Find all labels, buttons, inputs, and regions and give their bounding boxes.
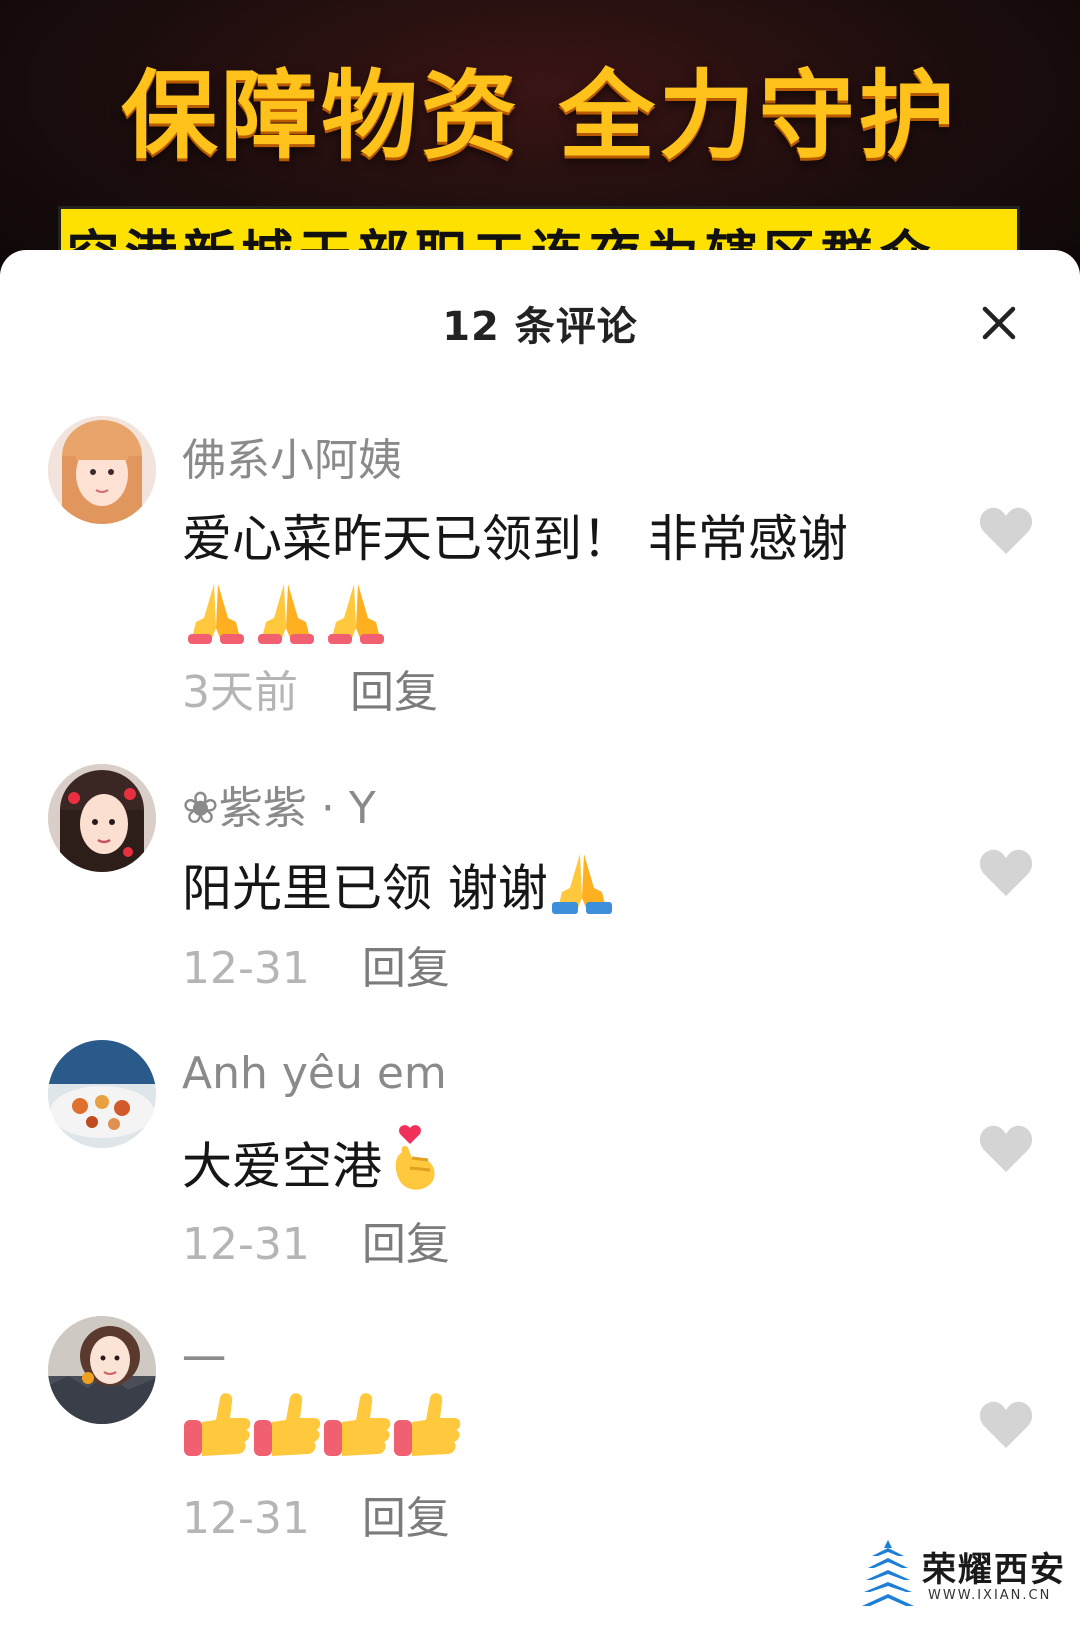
heart-icon[interactable] xyxy=(978,506,1034,556)
comment-meta: 12-31 回复 xyxy=(182,1482,450,1546)
watermark: 荣耀西安 WWW.IXIAN.CN xyxy=(862,1538,1064,1612)
avatar[interactable] xyxy=(48,1316,156,1424)
comment-time: 12-31 xyxy=(182,1219,310,1270)
comment-meta: 12-31 回复 xyxy=(182,932,450,996)
comment-sheet: 12 条评论 佛系小阿姨 爱心菜昨天已领到！ 非常感谢 3天前 回复 ❀紫紫 ·… xyxy=(0,250,1080,1643)
comment-item: 一 12-31 回复 xyxy=(0,1316,1080,1556)
thumbs-up-icon xyxy=(182,1390,462,1484)
folded-hands-icon xyxy=(182,578,392,666)
heart-icon[interactable] xyxy=(978,1400,1034,1450)
pagoda-logo-icon xyxy=(862,1538,914,1612)
avatar[interactable] xyxy=(48,764,156,872)
comment-text: 大爱空港 xyxy=(182,1124,922,1216)
comment-time: 3天前 xyxy=(182,667,298,718)
comment-time: 12-31 xyxy=(182,943,310,994)
finger-heart-icon xyxy=(382,1124,446,1216)
watermark-url: WWW.IXIAN.CN xyxy=(928,1588,1052,1603)
comment-username[interactable]: Anh yêu em xyxy=(182,1048,447,1099)
comment-meta: 12-31 回复 xyxy=(182,1208,450,1272)
sheet-header: 12 条评论 xyxy=(0,250,1080,380)
video-banner: 保障物资 全力守护 空港新城干部职工连夜为辖区群众 xyxy=(0,0,1080,290)
comment-item: Anh yêu em 大爱空港 12-31 回复 xyxy=(0,1040,1080,1270)
heart-icon[interactable] xyxy=(978,1124,1034,1174)
avatar[interactable] xyxy=(48,1040,156,1148)
comment-username[interactable]: 佛系小阿姨 xyxy=(182,424,402,488)
comment-text: 爱心菜昨天已领到！ 非常感谢 xyxy=(182,500,922,666)
comment-text: 阳光里已领 谢谢 xyxy=(182,848,922,936)
reply-button[interactable]: 回复 xyxy=(350,656,438,720)
close-icon[interactable] xyxy=(976,300,1022,346)
comment-text-body: 爱心菜昨天已领到！ 非常感谢 xyxy=(182,510,848,568)
video-title: 保障物资 全力守护 xyxy=(121,60,959,172)
reply-button[interactable]: 回复 xyxy=(362,1482,450,1546)
reply-button[interactable]: 回复 xyxy=(362,1208,450,1272)
comment-count-title: 12 条评论 xyxy=(442,304,638,350)
comment-text xyxy=(182,1390,922,1484)
folded-hands-icon xyxy=(548,848,614,936)
comment-time: 12-31 xyxy=(182,1493,310,1544)
comment-text-body: 阳光里已领 谢谢 xyxy=(182,859,548,918)
comment-meta: 3天前 回复 xyxy=(182,656,438,720)
heart-icon[interactable] xyxy=(978,848,1034,898)
comment-username[interactable]: ❀紫紫 · Y xyxy=(182,772,376,836)
reply-button[interactable]: 回复 xyxy=(362,932,450,996)
comment-item: 佛系小阿姨 爱心菜昨天已领到！ 非常感谢 3天前 回复 xyxy=(0,416,1080,718)
comment-item: ❀紫紫 · Y 阳光里已领 谢谢 12-31 回复 xyxy=(0,764,1080,994)
comment-text-body: 大爱空港 xyxy=(182,1137,382,1196)
comment-username[interactable]: 一 xyxy=(182,1324,226,1388)
avatar[interactable] xyxy=(48,416,156,524)
watermark-text: 荣耀西安 xyxy=(922,1550,1066,1590)
